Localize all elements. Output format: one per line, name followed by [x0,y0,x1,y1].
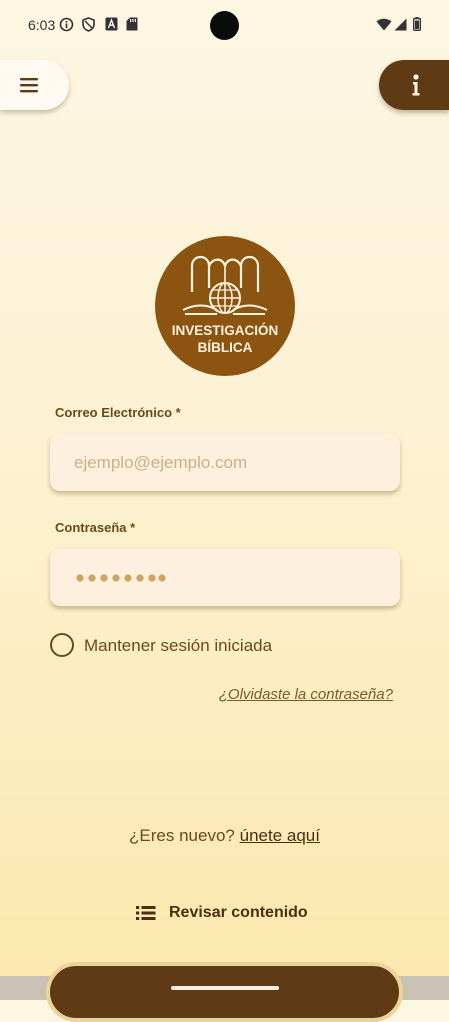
password-mask [76,574,166,582]
password-label: Contraseña * [55,520,136,535]
login-button[interactable] [46,962,403,1022]
remember-label: Mantener sesión iniciada [84,636,273,655]
logo-text-line1: INVESTIGACIÓN [172,323,279,338]
wifi-icon [376,18,392,36]
review-content-button[interactable]: Revisar contenido [135,902,335,926]
info-icon [412,74,420,96]
forgot-password-link[interactable]: ¿Olvidaste la contraseña? [219,686,393,703]
gesture-handle[interactable] [171,986,279,990]
sd-card-icon [126,17,138,36]
info-button[interactable] [379,60,449,110]
register-link[interactable]: únete aquí [240,826,320,845]
app-logo: INVESTIGACIÓN BÍBLICA [155,236,295,376]
signal-icon [394,18,407,36]
review-content-label: Revisar contenido [169,904,308,921]
remember-radio[interactable] [50,633,74,657]
email-label: Correo Electrónico * [55,405,181,420]
remember-session-toggle[interactable]: Mantener sesión iniciada [50,633,350,657]
a-badge-icon [105,17,118,36]
register-prompt: ¿Eres nuevo? [129,826,235,845]
shield-icon [82,17,95,37]
status-time: 6:03 [28,17,56,33]
logo-text-line2: BÍBLICA [198,340,253,355]
info-circle-icon [59,17,74,37]
register-prompt-row: ¿Eres nuevo? únete aquí [0,826,449,846]
list-icon [136,906,156,920]
menu-button[interactable] [0,60,69,110]
camera-cutout [210,11,239,40]
battery-icon [412,17,421,36]
email-field[interactable] [50,434,400,491]
status-bar: 6:03 [0,0,449,50]
hamburger-menu-icon [20,78,38,93]
